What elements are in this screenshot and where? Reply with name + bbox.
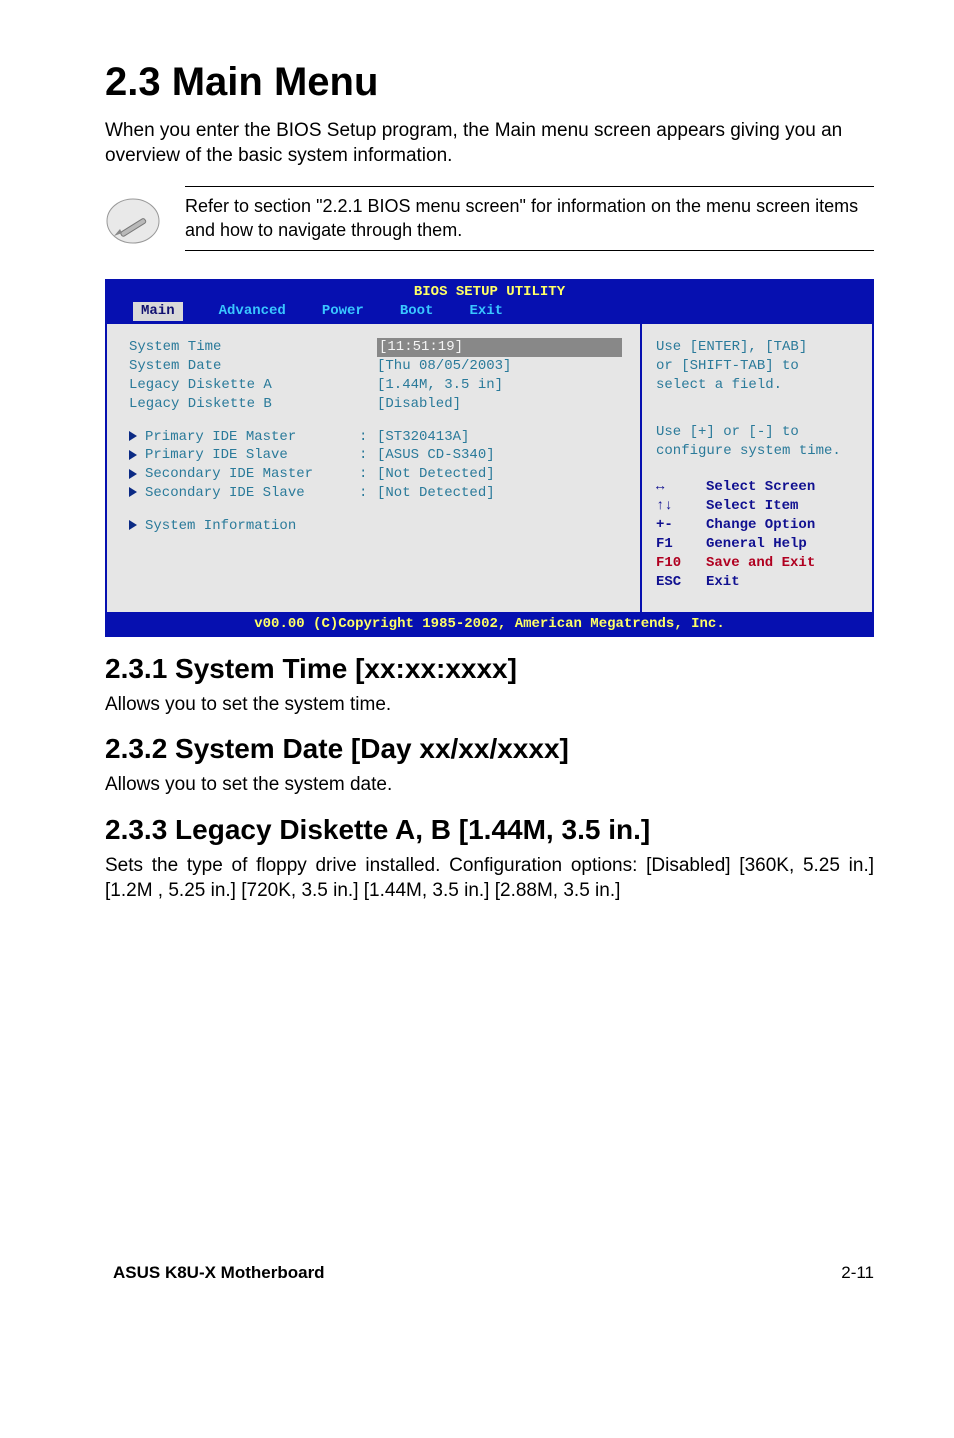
triangle-icon	[129, 450, 137, 460]
legend-key: ↑↓	[656, 497, 706, 516]
legend-row: ↑↓ Select Item	[656, 497, 858, 516]
legend-key: F10	[656, 554, 706, 573]
footer-right: 2-11	[841, 1263, 874, 1283]
bios-field-label: System Date	[129, 357, 359, 376]
bios-field-colon	[359, 376, 377, 395]
bios-field-value[interactable]: [1.44M, 3.5 in]	[377, 376, 622, 395]
bios-sub-label: Secondary IDE Slave	[145, 485, 305, 501]
bios-field-label: Primary IDE Slave	[129, 446, 359, 465]
bios-row-secondary-slave[interactable]: Secondary IDE Slave : [Not Detected]	[129, 484, 622, 503]
bios-field-label: System Information	[129, 517, 359, 536]
bios-tab-main[interactable]: Main	[133, 302, 183, 321]
section-heading: 2.3.2 System Date [Day xx/xx/xxxx]	[105, 733, 874, 765]
legend-text: Change Option	[706, 516, 815, 535]
bios-row-primary-slave[interactable]: Primary IDE Slave : [ASUS CD-S340]	[129, 446, 622, 465]
bios-field-label: Legacy Diskette A	[129, 376, 359, 395]
footer-left: ASUS K8U-X Motherboard	[113, 1263, 325, 1283]
bios-field-value[interactable]: [11:51:19]	[377, 338, 622, 357]
legend-key: +-	[656, 516, 706, 535]
bios-right-pane: Use [ENTER], [TAB] or [SHIFT-TAB] to sel…	[642, 324, 872, 612]
bios-field-label: Secondary IDE Slave	[129, 484, 359, 503]
bios-field-label: System Time	[129, 338, 359, 357]
legend-key: ↔	[656, 478, 706, 497]
legend-key: F1	[656, 535, 706, 554]
bios-field-colon: :	[359, 465, 377, 484]
legend-row: +- Change Option	[656, 516, 858, 535]
bios-legend: ↔ Select Screen ↑↓ Select Item +- Change…	[656, 478, 858, 591]
bios-sub-label: Primary IDE Slave	[145, 447, 288, 463]
bios-field-label: Legacy Diskette B	[129, 395, 359, 414]
triangle-icon	[129, 431, 137, 441]
bios-sub-label: Secondary IDE Master	[145, 466, 313, 482]
legend-text: Select Item	[706, 497, 798, 516]
bios-field-value: [Not Detected]	[377, 465, 622, 484]
bios-field-colon	[359, 395, 377, 414]
bios-field-value: [ST320413A]	[377, 428, 622, 447]
bios-field-value: [Not Detected]	[377, 484, 622, 503]
legend-text: Select Screen	[706, 478, 815, 497]
bios-footer: v00.00 (C)Copyright 1985-2002, American …	[107, 612, 872, 635]
bios-left-pane: System Time [11:51:19] System Date [Thu …	[107, 324, 642, 612]
triangle-icon	[129, 520, 137, 530]
section-body: Sets the type of floppy drive installed.…	[105, 854, 874, 903]
bios-row-system-information[interactable]: System Information	[129, 517, 622, 536]
bios-tab-advanced[interactable]: Advanced	[219, 302, 286, 321]
legend-row: ↔ Select Screen	[656, 478, 858, 497]
bios-field-colon: :	[359, 484, 377, 503]
section-heading: 2.3.1 System Time [xx:xx:xxxx]	[105, 653, 874, 685]
legend-row: F10 Save and Exit	[656, 554, 858, 573]
bios-help-line: Use [+] or [-] to	[656, 423, 858, 442]
bios-tab-exit[interactable]: Exit	[469, 302, 503, 321]
bios-tab-boot[interactable]: Boot	[400, 302, 434, 321]
bios-help-line: Use [ENTER], [TAB]	[656, 338, 858, 357]
bios-row-system-time[interactable]: System Time [11:51:19]	[129, 338, 622, 357]
page-heading: 2.3 Main Menu	[105, 60, 874, 105]
bios-field-label: Primary IDE Master	[129, 428, 359, 447]
bios-help-line: select a field.	[656, 376, 858, 395]
bios-help-line: configure system time.	[656, 442, 858, 461]
legend-text: Exit	[706, 573, 740, 592]
legend-key: ESC	[656, 573, 706, 592]
legend-row: F1 General Help	[656, 535, 858, 554]
section-heading: 2.3.3 Legacy Diskette A, B [1.44M, 3.5 i…	[105, 814, 874, 846]
legend-text: Save and Exit	[706, 554, 815, 573]
bios-tab-power[interactable]: Power	[322, 302, 364, 321]
bios-field-value[interactable]: [Thu 08/05/2003]	[377, 357, 622, 376]
bios-field-colon: :	[359, 446, 377, 465]
legend-row: ESC Exit	[656, 573, 858, 592]
bios-row-diskette-b[interactable]: Legacy Diskette B [Disabled]	[129, 395, 622, 414]
bios-row-system-date[interactable]: System Date [Thu 08/05/2003]	[129, 357, 622, 376]
bios-menubar: Main Advanced Power Boot Exit	[107, 302, 872, 324]
bios-row-diskette-a[interactable]: Legacy Diskette A [1.44M, 3.5 in]	[129, 376, 622, 395]
bios-field-colon: :	[359, 428, 377, 447]
bios-field-value[interactable]: [Disabled]	[377, 395, 622, 414]
bios-row-secondary-master[interactable]: Secondary IDE Master : [Not Detected]	[129, 465, 622, 484]
note-text: Refer to section "2.2.1 BIOS menu screen…	[185, 186, 874, 251]
pencil-note-icon	[105, 191, 161, 247]
bios-sub-label: Primary IDE Master	[145, 429, 296, 445]
section-body: Allows you to set the system time.	[105, 693, 874, 718]
bios-screen: BIOS SETUP UTILITY Main Advanced Power B…	[105, 279, 874, 636]
bios-field-colon	[359, 357, 377, 376]
bios-title: BIOS SETUP UTILITY	[107, 281, 872, 302]
bios-field-colon	[359, 338, 377, 357]
bios-field-label: Secondary IDE Master	[129, 465, 359, 484]
legend-text: General Help	[706, 535, 807, 554]
bios-field-value: [ASUS CD-S340]	[377, 446, 622, 465]
triangle-icon	[129, 469, 137, 479]
section-body: Allows you to set the system date.	[105, 773, 874, 798]
triangle-icon	[129, 487, 137, 497]
page-footer: ASUS K8U-X Motherboard 2-11	[105, 1263, 874, 1283]
intro-paragraph: When you enter the BIOS Setup program, t…	[105, 119, 874, 168]
bios-row-primary-master[interactable]: Primary IDE Master : [ST320413A]	[129, 428, 622, 447]
note-box: Refer to section "2.2.1 BIOS menu screen…	[105, 186, 874, 251]
bios-help-line: or [SHIFT-TAB] to	[656, 357, 858, 376]
bios-sub-label: System Information	[145, 518, 296, 534]
